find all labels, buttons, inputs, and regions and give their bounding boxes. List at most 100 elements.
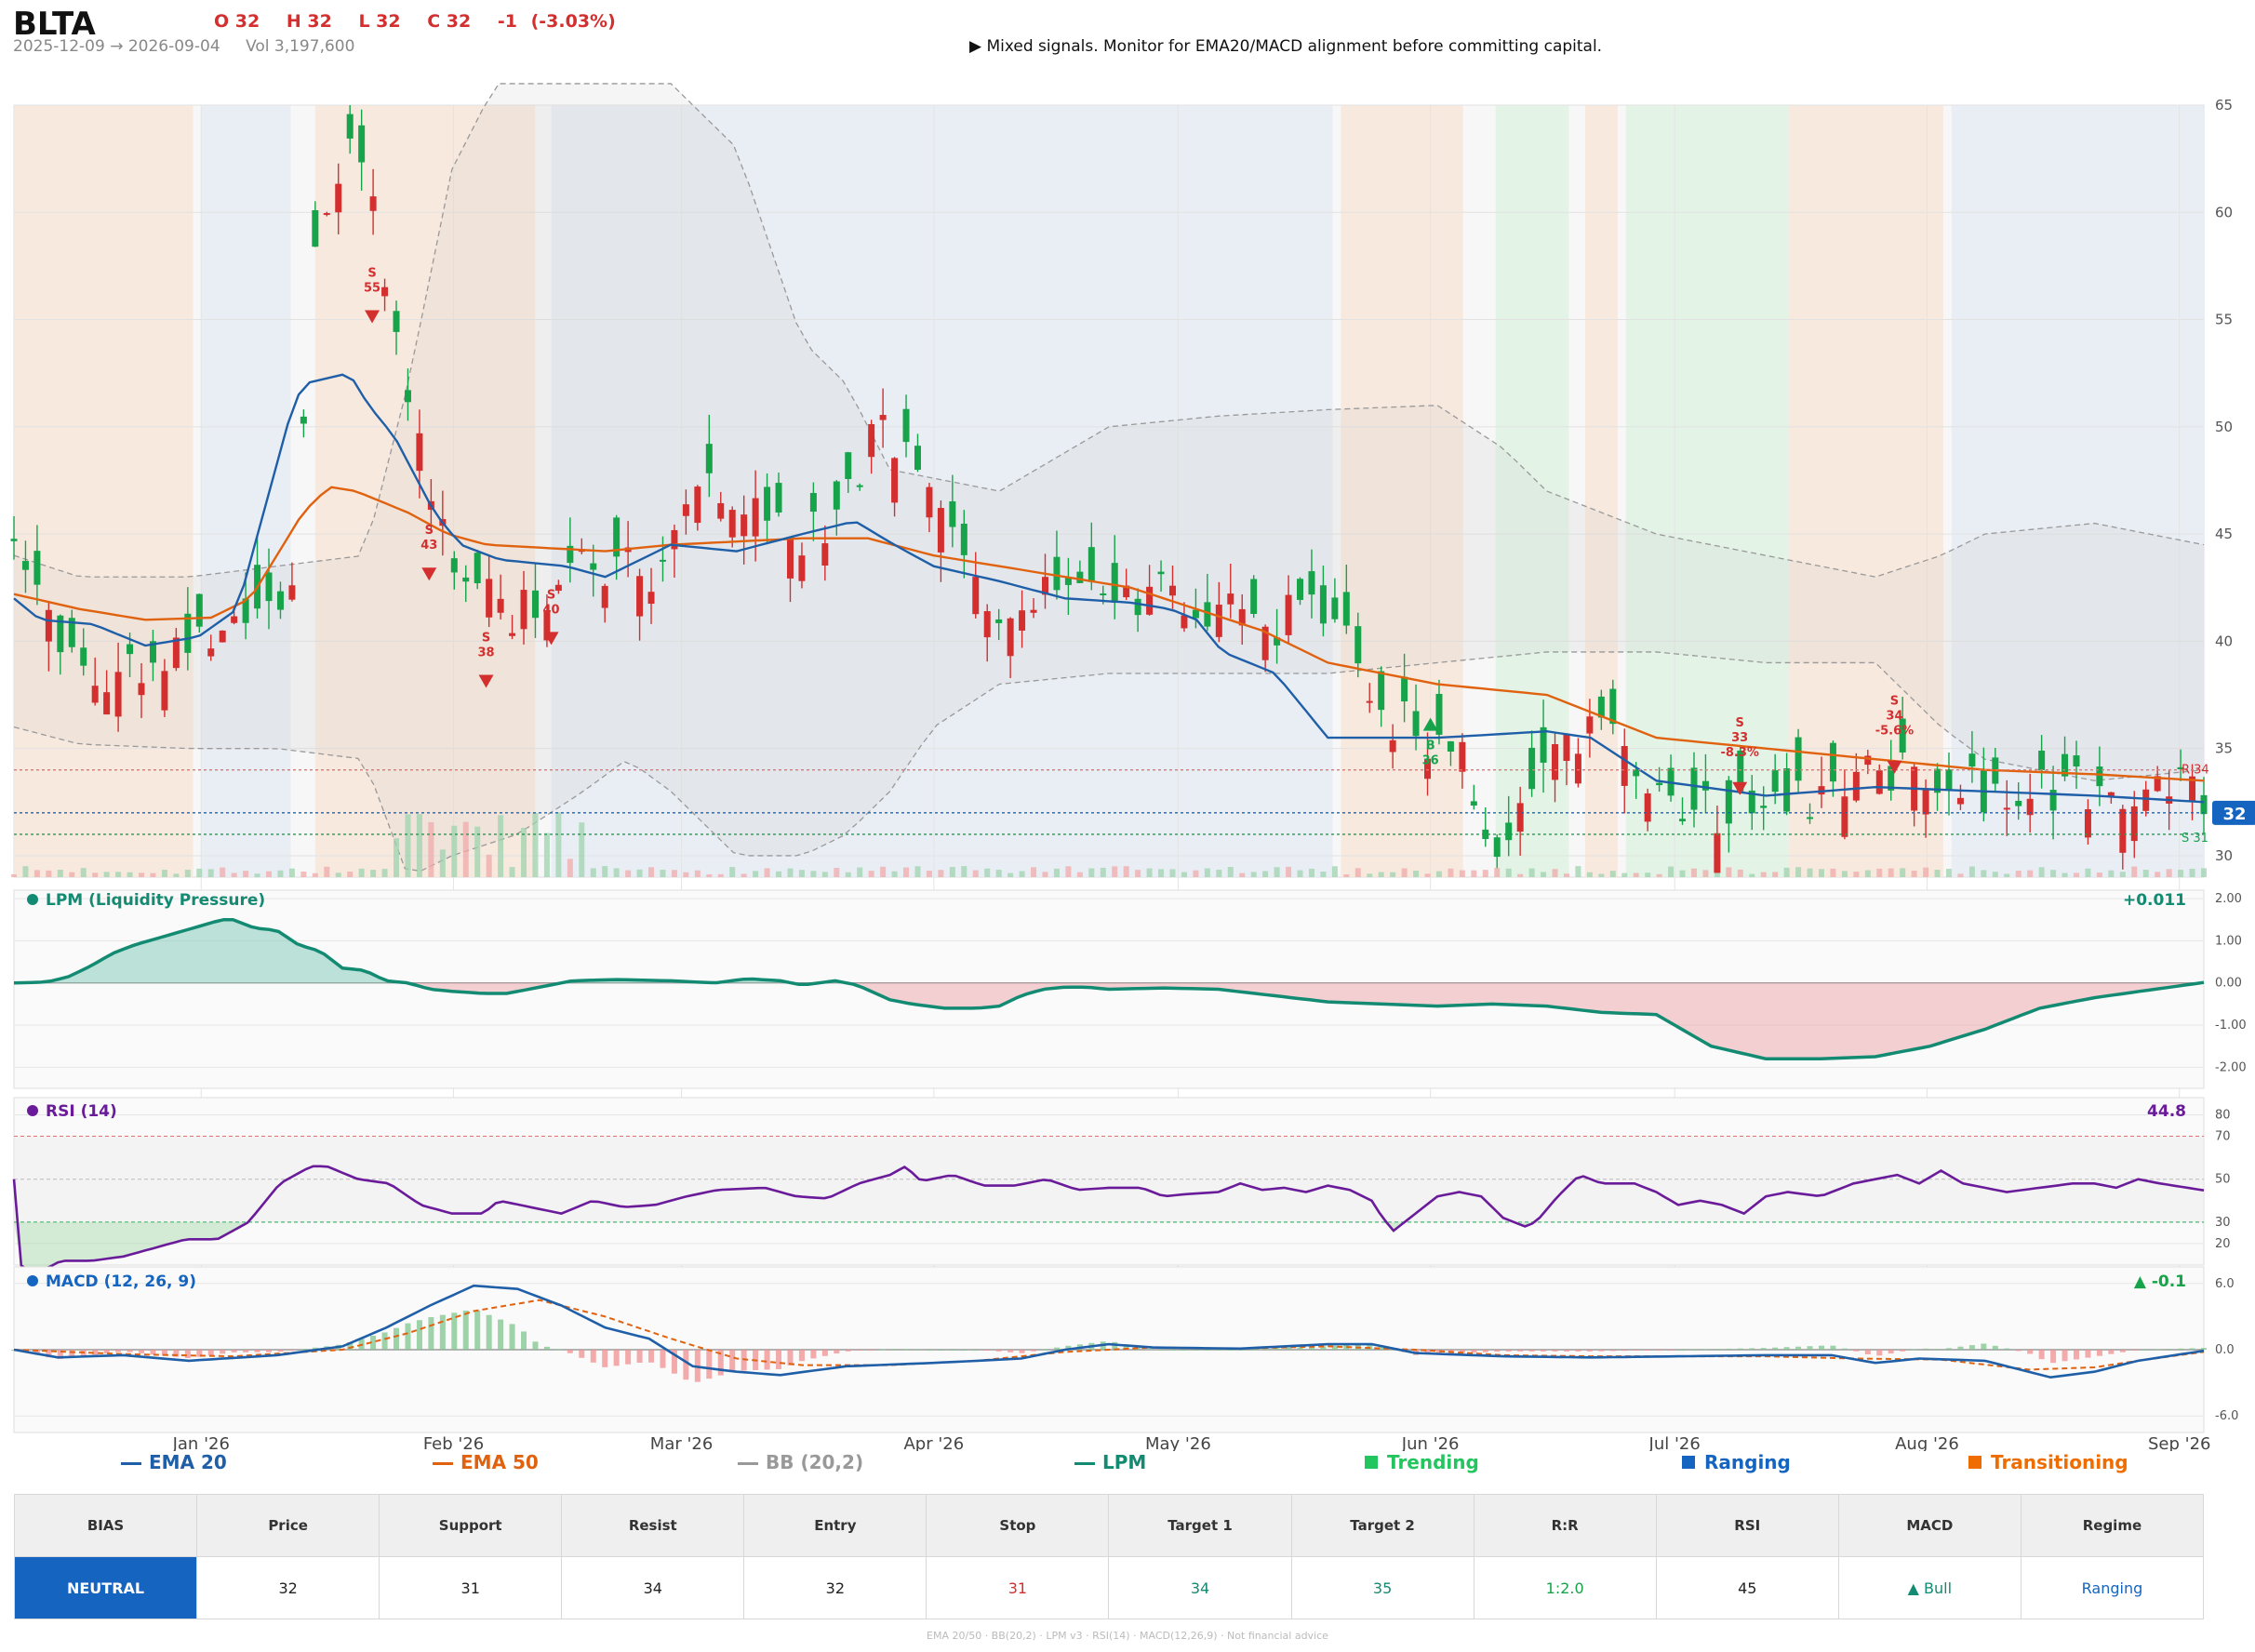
macd-histogram-bar — [891, 1349, 898, 1351]
lpm-current-value: +0.011 — [2123, 891, 2186, 910]
candle-down — [1586, 716, 1594, 734]
macd-histogram-bar — [903, 1349, 910, 1351]
volume-bar — [821, 872, 828, 877]
macd-histogram-bar — [243, 1350, 249, 1352]
macd-histogram-bar — [1471, 1350, 1477, 1353]
volume-bar — [2178, 870, 2184, 877]
volume-bar — [1957, 873, 1964, 877]
volume-bar — [300, 872, 307, 877]
volume-bar — [1494, 868, 1501, 877]
macd-histogram-bar — [1726, 1348, 1732, 1350]
chart-legend: EMA 20 EMA 50 BB (20,2) LPM Trending Ran… — [0, 1447, 2255, 1481]
macd-histogram-bar — [2119, 1350, 2126, 1352]
candle-up — [775, 483, 782, 513]
macd-histogram-bar — [798, 1350, 805, 1362]
candle-up — [1470, 801, 1477, 806]
lpm-panel-title: LPM (Liquidity Pressure) — [46, 891, 265, 910]
macd-histogram-bar — [1702, 1349, 1709, 1351]
legend-transitioning-label: Transitioning — [1991, 1451, 2128, 1473]
macd-histogram-bar — [1900, 1350, 1906, 1352]
volume-bar — [1390, 872, 1396, 877]
volume-bar — [1795, 867, 1802, 877]
stock-chart[interactable]: 3035404550556065R 34S 3132S55S43S38S40B3… — [0, 0, 2255, 1451]
macd-histogram-bar — [1830, 1345, 1836, 1350]
macd-histogram-bar — [648, 1350, 655, 1363]
volume-bar — [1053, 868, 1060, 877]
volume-bar — [92, 873, 99, 877]
rsi-axis-tick-label: 20 — [2215, 1237, 2231, 1251]
volume-bar — [776, 871, 782, 877]
lpm-axis-tick-label: -2.00 — [2215, 1060, 2247, 1074]
volume-bar — [741, 873, 747, 877]
volume-bar — [1065, 866, 1072, 877]
macd-histogram-bar — [1586, 1350, 1593, 1352]
volume-bar — [1992, 872, 1998, 877]
volume-bar — [2142, 870, 2149, 877]
candle-up — [949, 500, 956, 527]
macd-histogram-bar — [2073, 1350, 2079, 1360]
volume-bar — [1864, 870, 1871, 877]
macd-histogram-bar — [1621, 1350, 1628, 1352]
volume-bar — [207, 869, 214, 877]
macd-histogram-bar — [184, 1350, 191, 1358]
stop-value: 31 — [926, 1556, 1110, 1619]
candle-up — [1087, 547, 1095, 582]
macd-histogram-bar — [405, 1323, 411, 1350]
macd-histogram-bar — [949, 1350, 955, 1351]
candle-down — [1552, 743, 1559, 780]
candle-down — [520, 590, 527, 630]
macd-histogram-bar — [1864, 1350, 1871, 1354]
legend-ema20: EMA 20 — [121, 1451, 227, 1473]
volume-bar — [1645, 873, 1651, 877]
macd-histogram-bar — [1250, 1349, 1257, 1351]
volume-bar — [254, 873, 260, 877]
volume-bar — [428, 821, 434, 877]
bias-value: NEUTRAL — [13, 1556, 198, 1619]
volume-bar — [1007, 873, 1014, 877]
macd-histogram-bar — [498, 1319, 504, 1350]
candle-down — [786, 539, 794, 579]
macd-histogram-bar — [1019, 1350, 1025, 1353]
candle-down — [926, 486, 933, 518]
macd-histogram-bar — [2038, 1350, 2045, 1360]
volume-bar — [196, 868, 203, 877]
candle-down — [717, 502, 725, 519]
candle-up — [1354, 626, 1362, 664]
macd-histogram-bar — [625, 1350, 632, 1365]
legend-bb: BB (20,2) — [738, 1451, 863, 1473]
col-support: Support — [379, 1494, 563, 1557]
resist-value: 34 — [561, 1556, 745, 1619]
candle-up — [590, 563, 597, 570]
volume-bar — [1135, 870, 1141, 877]
macd-histogram-bar — [1007, 1350, 1014, 1352]
macd-histogram-bar — [984, 1350, 991, 1351]
lpm-axis-tick-label: 2.00 — [2215, 892, 2242, 906]
candle-up — [1725, 779, 1732, 824]
candle-down — [728, 510, 736, 538]
macd-histogram-bar — [1204, 1350, 1210, 1351]
macd-histogram-bar — [220, 1350, 226, 1354]
volume-bar — [46, 870, 52, 877]
lpm-dot-icon — [27, 894, 38, 905]
volume-bar — [961, 866, 967, 877]
candle-up — [300, 416, 307, 424]
volume-bar — [972, 870, 979, 877]
macd-histogram-bar — [416, 1320, 422, 1350]
macd-histogram-bar — [1737, 1348, 1743, 1350]
volume-bar — [810, 871, 817, 877]
candle-up — [914, 446, 921, 471]
volume-bar — [358, 868, 365, 877]
volume-bar — [127, 872, 133, 877]
volume-bar — [753, 871, 759, 877]
candle-down — [1922, 788, 1929, 815]
volume-bar — [1367, 873, 1373, 877]
candle-up — [1968, 753, 1976, 767]
candle-up — [1378, 671, 1385, 711]
candle-up — [2015, 800, 2022, 806]
candle-up — [1771, 770, 1779, 793]
candle-up — [312, 210, 319, 247]
candle-down — [2142, 789, 2150, 811]
macd-histogram-bar — [300, 1349, 307, 1351]
legend-lpm-label: LPM — [1102, 1451, 1147, 1473]
macd-histogram-bar — [590, 1350, 596, 1363]
